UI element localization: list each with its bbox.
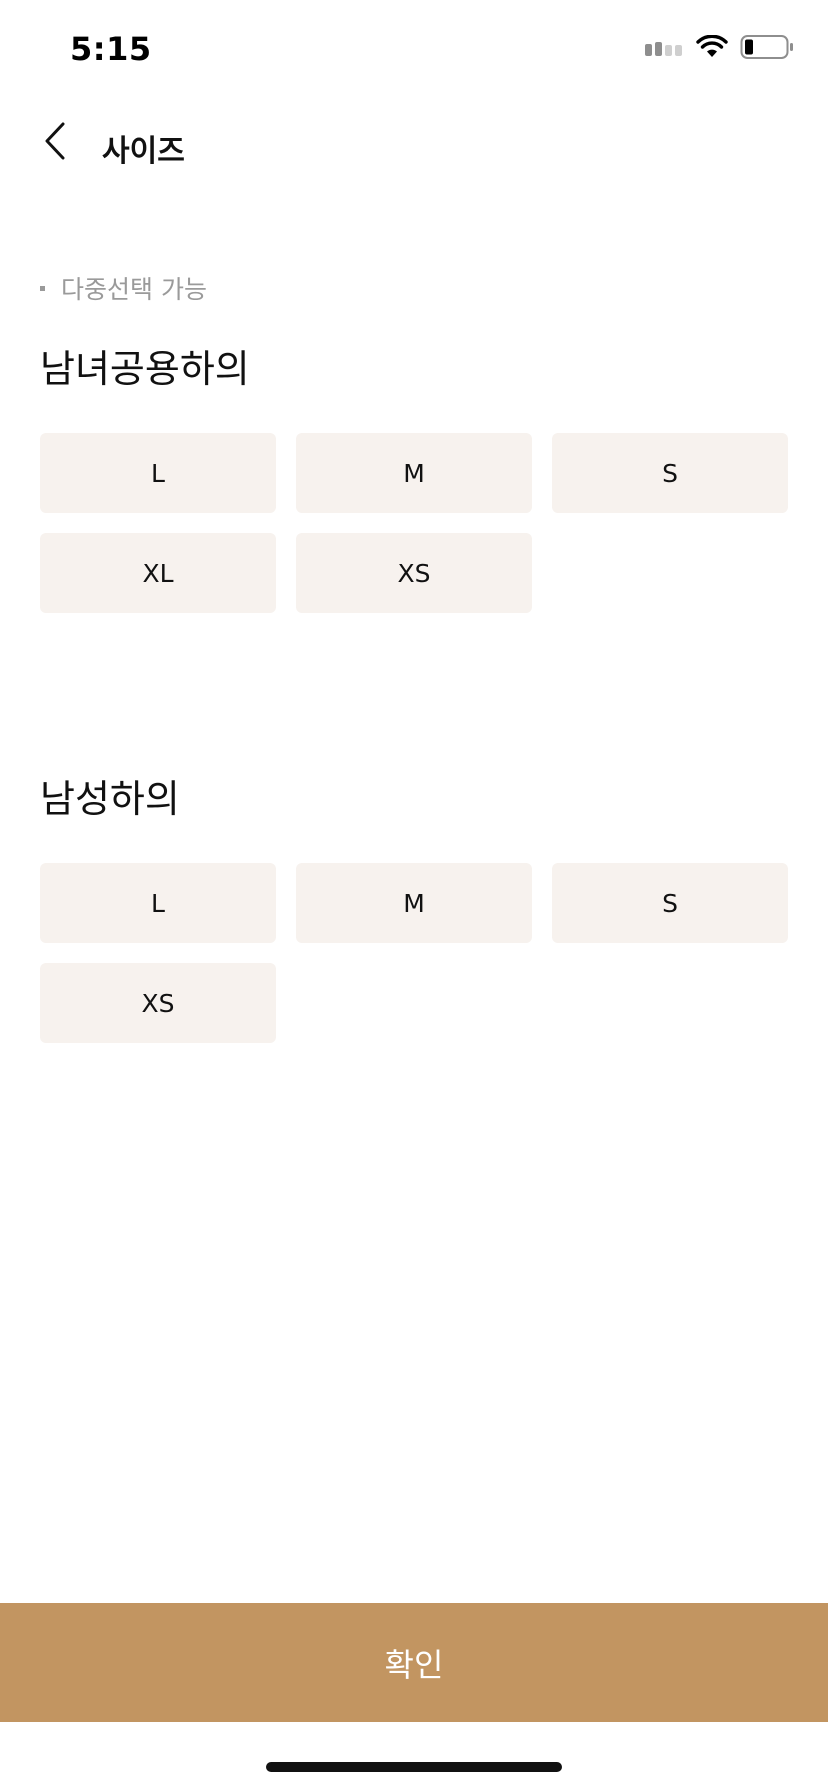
back-button[interactable] [30, 118, 80, 168]
size-option-s[interactable]: S [552, 433, 788, 513]
status-time: 5:15 [70, 30, 152, 68]
size-option-l[interactable]: L [40, 863, 276, 943]
size-grid-mens-bottoms: L M S XS [40, 863, 788, 1043]
size-option-l[interactable]: L [40, 433, 276, 513]
size-option-xs[interactable]: XS [296, 533, 532, 613]
section-title-mens-bottoms: 남성하의 [40, 777, 180, 821]
wifi-icon [696, 34, 728, 63]
size-option-s[interactable]: S [552, 863, 788, 943]
nav-bar: 사이즈 [0, 110, 828, 180]
size-option-xl[interactable]: XL [40, 533, 276, 613]
battery-icon [740, 34, 794, 64]
size-option-m[interactable]: M [296, 863, 532, 943]
chevron-left-icon [42, 121, 68, 165]
size-option-xs[interactable]: XS [40, 963, 276, 1043]
section-title-unisex-bottoms: 남녀공용하의 [40, 347, 250, 391]
home-indicator [266, 1762, 562, 1772]
multi-select-hint: 다중선택 가능 [40, 270, 207, 306]
cellular-signal-icon [644, 37, 684, 61]
size-option-m[interactable]: M [296, 433, 532, 513]
status-bar: 5:15 [0, 0, 828, 100]
confirm-button[interactable]: 확인 [0, 1603, 828, 1722]
size-grid-unisex-bottoms: L M S XL XS [40, 433, 788, 613]
hint-text: 다중선택 가능 [61, 275, 207, 304]
page-title: 사이즈 [102, 134, 185, 169]
bullet-icon [40, 285, 45, 291]
status-icons [644, 34, 794, 64]
